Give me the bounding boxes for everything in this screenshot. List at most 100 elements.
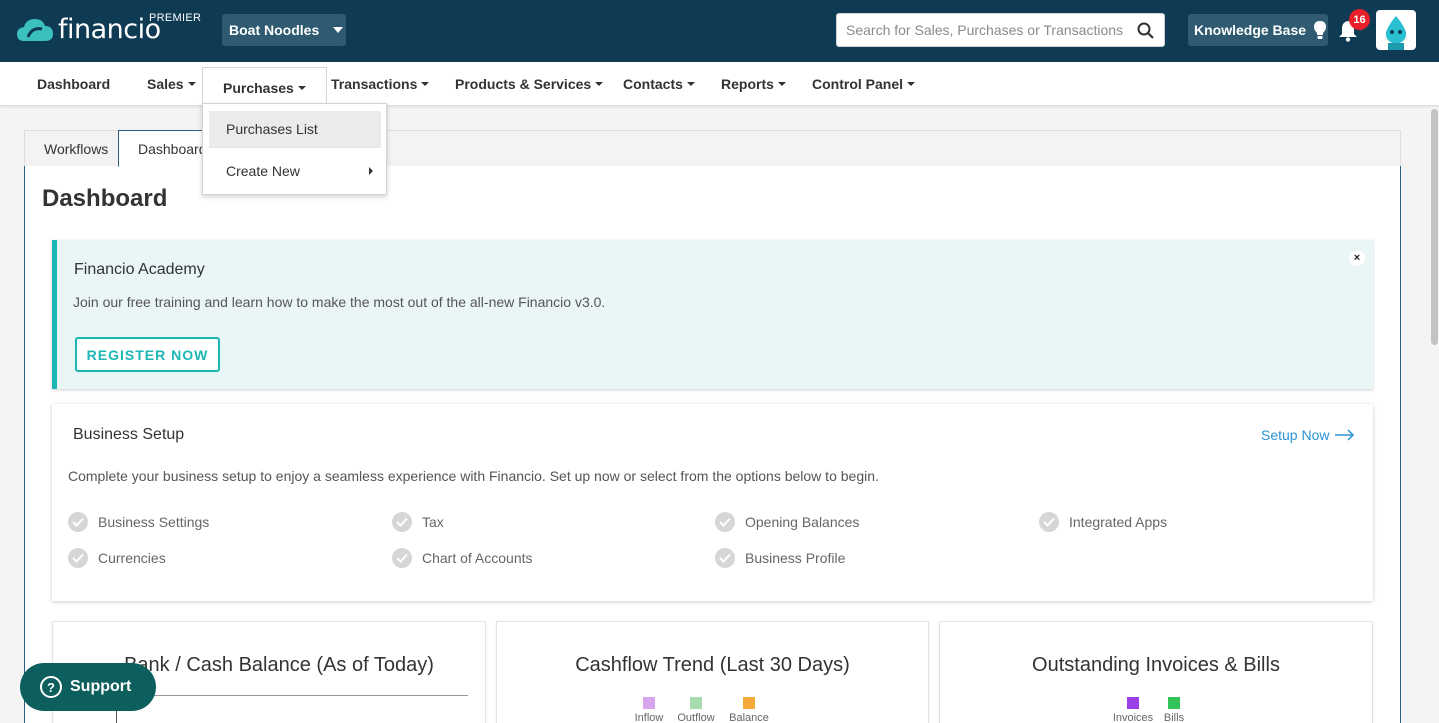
support-button[interactable]: ? Support [20, 663, 156, 711]
search-icon[interactable] [1137, 22, 1154, 39]
legend-swatch [643, 697, 655, 709]
setup-item-label: Opening Balances [745, 514, 860, 530]
financio-logo[interactable]: financio [16, 14, 161, 45]
setup-item-currencies[interactable]: Currencies [68, 548, 166, 568]
nav-contacts[interactable]: Contacts [623, 62, 695, 106]
legend-swatch [1127, 697, 1139, 709]
caret-down-icon [595, 82, 604, 86]
legend-label: Invoices [1112, 712, 1154, 723]
legend-item-outflow[interactable]: Outflow [675, 697, 717, 723]
question-mark-icon: ? [40, 676, 62, 698]
caret-down-icon [297, 85, 306, 90]
nav-products-services[interactable]: Products & Services [455, 62, 604, 106]
setup-item-business-profile[interactable]: Business Profile [715, 548, 845, 568]
card-title: Cashflow Trend (Last 30 Days) [575, 654, 850, 676]
caret-down-icon [187, 82, 196, 86]
setup-item-label: Integrated Apps [1069, 514, 1168, 530]
card-title: Outstanding Invoices & Bills [1032, 654, 1280, 676]
support-label: Support [70, 678, 132, 695]
nav-reports[interactable]: Reports [721, 62, 786, 106]
business-setup-description: Complete your business setup to enjoy a … [68, 468, 879, 484]
menu-item-label: Create New [226, 163, 300, 179]
register-now-button[interactable]: REGISTER NOW [75, 337, 220, 372]
nav-label: Products & Services [455, 76, 592, 92]
nav-label: Contacts [623, 76, 683, 92]
outstanding-legend: Invoices Bills [1111, 697, 1188, 723]
lightbulb-icon [1314, 21, 1327, 39]
setup-item-opening-balances[interactable]: Opening Balances [715, 512, 859, 532]
setup-now-label: Setup Now [1261, 427, 1330, 443]
chevron-right-icon [369, 167, 373, 175]
academy-banner [52, 240, 1373, 389]
checkmark-icon [68, 548, 88, 568]
legend-swatch [1168, 697, 1180, 709]
close-icon[interactable]: × [1349, 250, 1365, 266]
nav-label: Dashboard [37, 76, 111, 92]
checkmark-icon [392, 512, 412, 532]
setup-item-label: Tax [422, 514, 444, 530]
search-input[interactable] [837, 14, 1127, 46]
caret-down-icon [421, 82, 430, 86]
page-title: Dashboard [42, 185, 168, 212]
nav-label: Purchases [223, 79, 294, 96]
business-setup-card [52, 404, 1373, 601]
setup-item-label: Currencies [98, 550, 166, 566]
legend-label: Inflow [634, 712, 664, 723]
setup-now-link[interactable]: Setup Now [1261, 427, 1355, 443]
business-setup-title: Business Setup [73, 426, 185, 443]
nav-label: Reports [721, 76, 774, 92]
logo-text: financio [58, 14, 161, 45]
knowledge-base-button[interactable]: Knowledge Base [1188, 14, 1328, 46]
checkmark-icon [392, 548, 412, 568]
chevron-down-icon [333, 27, 344, 33]
legend-item-bills[interactable]: Bills [1160, 697, 1188, 723]
nav-dashboard[interactable]: Dashboard [37, 62, 110, 106]
arrow-right-icon [1335, 429, 1355, 441]
checkmark-icon [715, 512, 735, 532]
legend-item-invoices[interactable]: Invoices [1111, 697, 1155, 723]
nav-sales[interactable]: Sales [147, 62, 196, 106]
menu-item-purchases-list[interactable]: Purchases List [209, 111, 381, 147]
tab-label: Dashboard [138, 140, 207, 157]
nav-transactions[interactable]: Transactions [331, 62, 430, 106]
nav-label: Sales [147, 76, 184, 92]
legend-swatch [690, 697, 702, 709]
tab-workflows[interactable]: Workflows [25, 130, 127, 167]
setup-item-label: Business Profile [745, 550, 846, 566]
page-scrollbar[interactable] [1430, 107, 1439, 723]
avatar[interactable] [1376, 10, 1416, 50]
purchases-dropdown-menu: Purchases List Create New [202, 103, 387, 195]
tab-dashboard[interactable]: Dashboard [118, 130, 208, 167]
notification-badge: 16 [1349, 9, 1370, 30]
academy-description: Join our free training and learn how to … [73, 294, 606, 310]
caret-down-icon [777, 82, 786, 86]
setup-item-label: Business Settings [98, 514, 210, 530]
setup-item-business-settings[interactable]: Business Settings [68, 512, 209, 532]
user-avatar-icon [1385, 16, 1407, 50]
checkmark-icon [68, 512, 88, 532]
legend-item-inflow[interactable]: Inflow [633, 697, 665, 723]
setup-item-integrated-apps[interactable]: Integrated Apps [1039, 512, 1167, 532]
company-name: Boat Noodles [229, 22, 320, 38]
menu-divider [209, 147, 381, 148]
setup-item-label: Chart of Accounts [422, 550, 533, 566]
legend-swatch [743, 697, 755, 709]
scrollbar-thumb[interactable] [1431, 109, 1438, 345]
academy-title: Financio Academy [74, 261, 205, 278]
nav-label: Transactions [331, 76, 418, 92]
global-search[interactable] [836, 13, 1165, 47]
knowledge-base-label: Knowledge Base [1194, 22, 1307, 38]
nav-control-panel[interactable]: Control Panel [812, 62, 916, 106]
setup-item-chart-of-accounts[interactable]: Chart of Accounts [392, 548, 533, 568]
company-switcher[interactable]: Boat Noodles [222, 14, 346, 46]
setup-item-tax[interactable]: Tax [392, 512, 444, 532]
cashflow-legend: Inflow Outflow Balance [633, 697, 771, 723]
legend-item-balance[interactable]: Balance [727, 697, 771, 723]
card-divider [116, 695, 468, 696]
nav-purchases[interactable]: Purchases [202, 67, 327, 107]
caret-down-icon [686, 82, 695, 86]
legend-label: Bills [1163, 712, 1185, 723]
checkmark-icon [1039, 512, 1059, 532]
menu-item-create-new[interactable]: Create New [209, 153, 381, 189]
caret-down-icon [907, 82, 916, 86]
